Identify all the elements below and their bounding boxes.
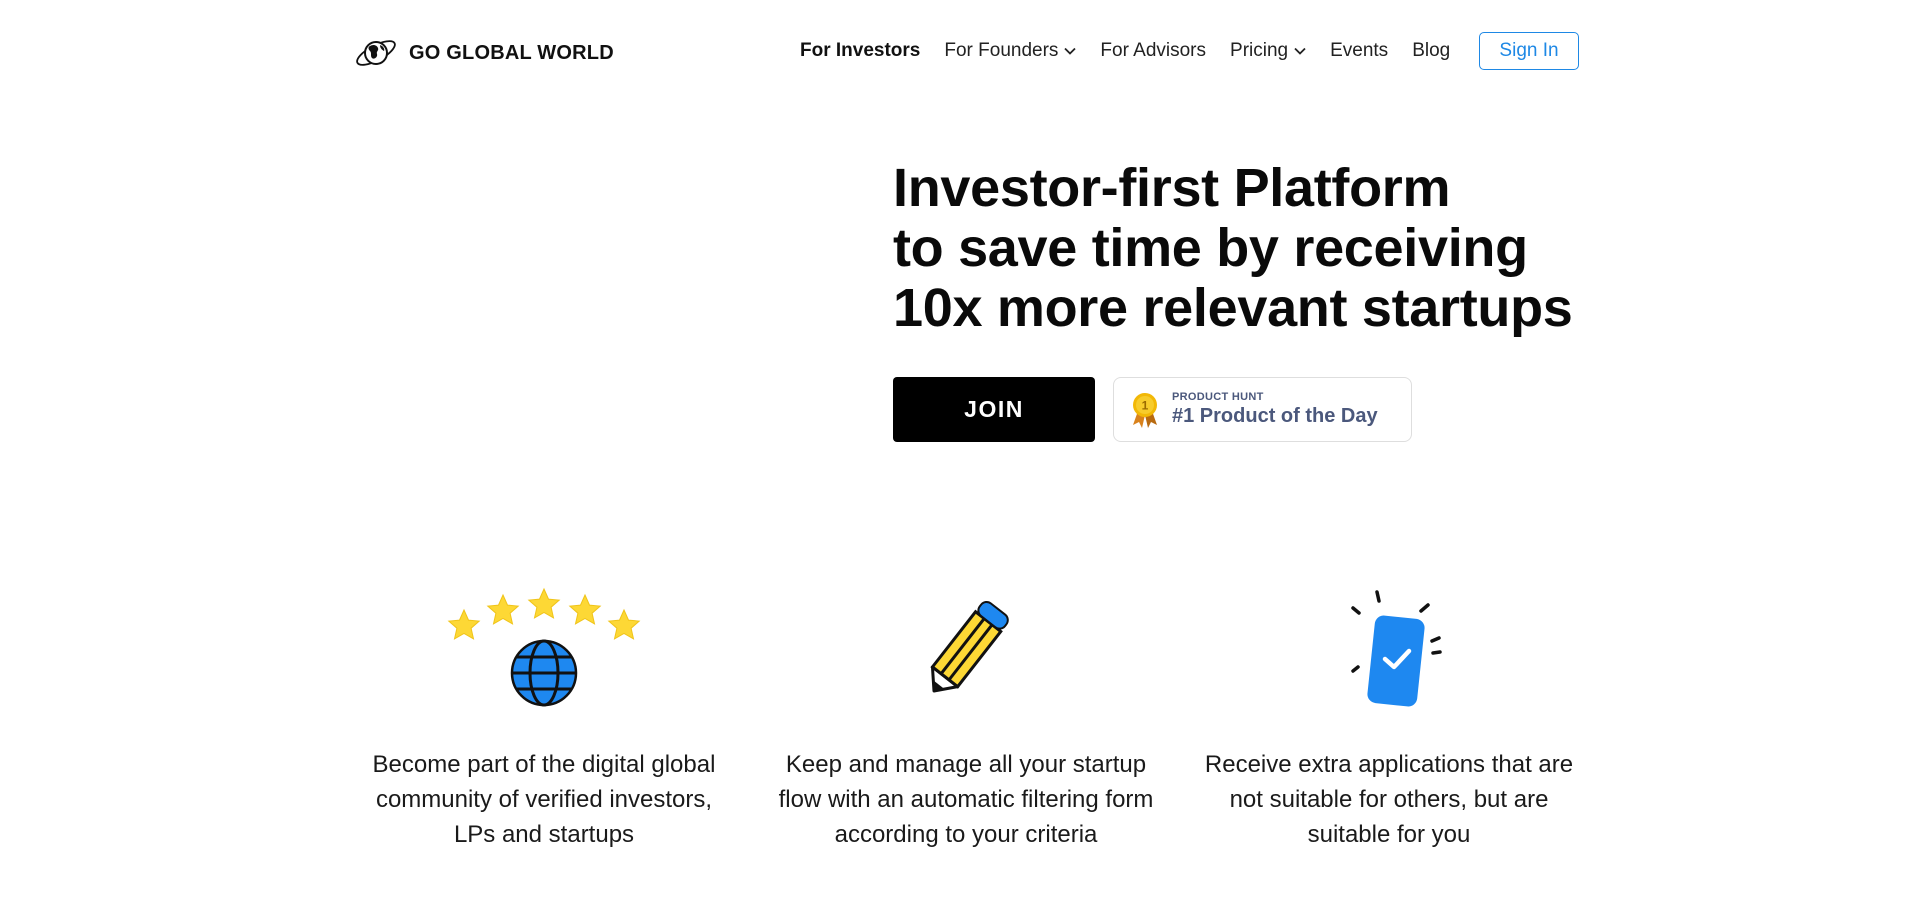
brand-logo[interactable]: GO GLOBAL WORLD bbox=[353, 36, 614, 70]
feature-card: Keep and manage all your startup flow wi… bbox=[776, 585, 1156, 848]
feature-description: Keep and manage all your startup flow wi… bbox=[778, 751, 1154, 848]
brand-name: GO GLOBAL WORLD bbox=[409, 41, 614, 64]
pencil-icon bbox=[930, 600, 1009, 693]
badge-title: #1 Product of the Day bbox=[1172, 405, 1378, 427]
medal-number: 1 bbox=[1142, 398, 1149, 412]
nav-item-for-advisors[interactable]: For Advisors bbox=[1100, 40, 1206, 62]
feature-description: Receive extra applications that are not … bbox=[1204, 751, 1574, 848]
main-menu: For Investors For Founders For Advisors … bbox=[800, 40, 1474, 62]
nav-item-blog[interactable]: Blog bbox=[1412, 40, 1450, 62]
nav-label: For Advisors bbox=[1100, 40, 1207, 61]
badge-label: PRODUCT HUNT bbox=[1172, 391, 1264, 403]
chevron-down-icon bbox=[1294, 47, 1306, 55]
feature-description: Become part of the digital global commun… bbox=[372, 751, 716, 848]
product-hunt-badge[interactable]: 1 PRODUCT HUNT #1 Product of the Day bbox=[1113, 377, 1412, 442]
chevron-down-icon bbox=[1064, 47, 1077, 55]
nav-item-for-investors[interactable]: For Investors bbox=[800, 40, 920, 62]
planet-globe-icon bbox=[356, 40, 396, 66]
sign-in-button[interactable]: Sign In bbox=[1479, 32, 1579, 70]
hero-title-line: to save time by receiving bbox=[893, 218, 1528, 278]
nav-label: For Investors bbox=[800, 40, 921, 61]
nav-label: For Founders bbox=[944, 40, 1059, 61]
stars-globe-icon bbox=[447, 587, 641, 707]
medal-icon: 1 bbox=[1133, 392, 1157, 428]
nav-label: Blog bbox=[1412, 40, 1451, 61]
badge-text: PRODUCT HUNT #1 Product of the Day bbox=[1172, 391, 1378, 428]
nav-item-pricing[interactable]: Pricing bbox=[1230, 40, 1306, 62]
nav-item-events[interactable]: Events bbox=[1330, 40, 1388, 62]
hero-title: Investor-first Platform to save time by … bbox=[893, 158, 1573, 338]
join-button[interactable]: JOIN bbox=[893, 377, 1095, 442]
phone-check-icon bbox=[1351, 590, 1442, 707]
feature-card: Become part of the digital global commun… bbox=[354, 585, 734, 848]
nav-item-for-founders[interactable]: For Founders bbox=[944, 40, 1077, 62]
nav-label: Events bbox=[1330, 40, 1389, 61]
hero-title-line: 10x more relevant startups bbox=[893, 278, 1573, 338]
top-navigation: GO GLOBAL WORLD For Investors For Founde… bbox=[0, 0, 1916, 105]
nav-label: Pricing bbox=[1230, 40, 1289, 61]
hero-title-line: Investor-first Platform bbox=[893, 158, 1451, 218]
feature-card: Receive extra applications that are not … bbox=[1199, 585, 1579, 848]
